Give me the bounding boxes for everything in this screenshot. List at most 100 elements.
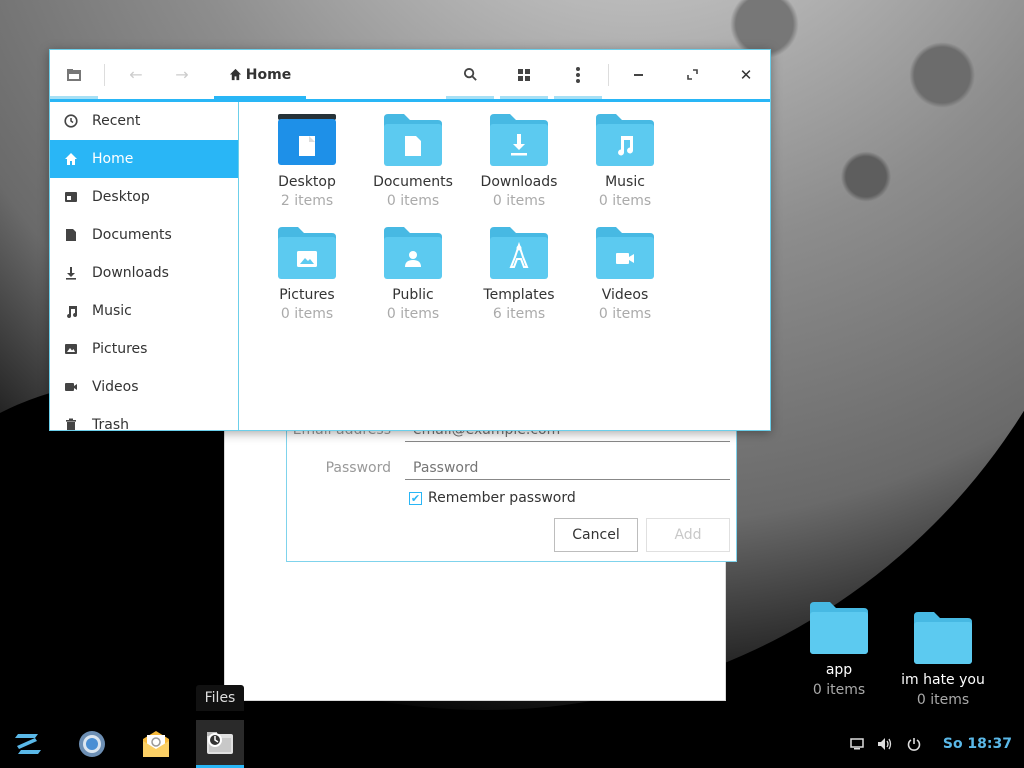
- search-button[interactable]: [446, 50, 494, 99]
- sidebar-item-label: Desktop: [92, 189, 150, 205]
- music-folder-icon: [596, 114, 654, 168]
- desktop-folder-name: im hate you: [901, 672, 985, 688]
- folder-name: Videos: [601, 287, 649, 303]
- folder-templates[interactable]: Templates 6 items: [466, 227, 572, 340]
- file-view[interactable]: Desktop 2 items Documents 0 items Downloads 0…: [240, 102, 770, 430]
- places-sidebar: Recent Home Desktop Documents Downloads Music…: [50, 102, 239, 430]
- header-bar: ← → Home ✕: [50, 50, 770, 102]
- desktop-folder-app[interactable]: app 0 items: [804, 602, 874, 698]
- folder-music[interactable]: Music 0 items: [572, 114, 678, 227]
- sidebar-item-label: Downloads: [92, 265, 169, 281]
- picture-icon: [64, 342, 78, 356]
- folder-videos[interactable]: Videos 0 items: [572, 227, 678, 340]
- arrow-right-icon: →: [175, 65, 189, 84]
- sidebar-item-pictures[interactable]: Pictures: [50, 330, 238, 368]
- minimize-button[interactable]: [622, 50, 654, 99]
- folder-pictures[interactable]: Pictures 0 items: [254, 227, 360, 340]
- folder-name: Pictures: [279, 287, 335, 303]
- sidebar-item-home[interactable]: Home: [50, 140, 238, 178]
- folder-item-count: 0 items: [492, 193, 546, 209]
- desktop-folder-count: 0 items: [812, 682, 866, 698]
- folder-icon: [914, 612, 972, 664]
- kebab-menu-icon: [576, 66, 580, 83]
- files-window: ← → Home ✕ Recent Home Desktop Documents…: [49, 49, 771, 431]
- folder-documents[interactable]: Documents 0 items: [360, 114, 466, 227]
- files-taskbar-button[interactable]: [196, 720, 244, 768]
- folder-downloads[interactable]: Downloads 0 items: [466, 114, 572, 227]
- view-grid-button[interactable]: [500, 50, 548, 99]
- folder-icon: [810, 602, 868, 654]
- grid-icon: [518, 68, 530, 81]
- folder-name: Documents: [373, 174, 453, 190]
- cancel-button[interactable]: Cancel: [554, 518, 638, 552]
- arrow-left-icon: ←: [129, 65, 143, 84]
- breadcrumb-home[interactable]: Home: [214, 50, 306, 99]
- sidebar-toggle-button[interactable]: [50, 50, 98, 99]
- template-folder-icon: [490, 227, 548, 281]
- clock[interactable]: So 18:37: [943, 720, 1012, 768]
- display-indicator[interactable]: [846, 720, 868, 768]
- password-label: Password: [325, 460, 391, 476]
- close-button[interactable]: ✕: [730, 50, 762, 99]
- chromium-icon: [79, 731, 105, 757]
- volume-icon: [878, 738, 892, 750]
- sidebar-item-label: Documents: [92, 227, 172, 243]
- maximize-button[interactable]: [676, 50, 708, 99]
- add-button[interactable]: Add: [646, 518, 730, 552]
- trash-icon: [64, 418, 78, 430]
- checkbox-checked-icon[interactable]: ✔: [409, 491, 422, 505]
- folder-item-count: 2 items: [280, 193, 334, 209]
- folder-item-count: 0 items: [386, 193, 440, 209]
- folder-desktop[interactable]: Desktop 2 items: [254, 114, 360, 227]
- folder-item-count: 6 items: [492, 306, 546, 322]
- remember-password-checkbox[interactable]: ✔ Remember password: [409, 490, 576, 506]
- sidebar-item-desktop[interactable]: Desktop: [50, 178, 238, 216]
- sidebar-item-trash[interactable]: Trash: [50, 406, 238, 430]
- folder-item-count: 0 items: [280, 306, 334, 322]
- clock-icon: [64, 114, 78, 128]
- desktop-folder-im-hate-you[interactable]: im hate you 0 items: [898, 612, 988, 708]
- app-menu-button[interactable]: [6, 720, 50, 768]
- folder-item-count: 0 items: [598, 306, 652, 322]
- sidebar-item-music[interactable]: Music: [50, 292, 238, 330]
- video-folder-icon: [596, 227, 654, 281]
- power-indicator[interactable]: [903, 720, 925, 768]
- mail-launcher[interactable]: [134, 720, 178, 768]
- folder-item-count: 0 items: [598, 193, 652, 209]
- back-button[interactable]: ←: [118, 50, 154, 99]
- forward-button[interactable]: →: [164, 50, 200, 99]
- sidebar-item-downloads[interactable]: Downloads: [50, 254, 238, 292]
- search-icon: [463, 67, 477, 81]
- document-folder-icon: [384, 114, 442, 168]
- minimize-icon: [633, 73, 643, 76]
- menu-button[interactable]: [554, 50, 602, 99]
- sidebar-item-recent[interactable]: Recent: [50, 102, 238, 140]
- sidebar-item-label: Videos: [92, 379, 139, 395]
- desktop-folder-icon: [278, 114, 336, 168]
- power-icon: [907, 738, 921, 751]
- volume-indicator[interactable]: [874, 720, 896, 768]
- sidebar-item-label: Pictures: [92, 341, 148, 357]
- screen-icon: [850, 738, 864, 750]
- desktop-folder-name: app: [825, 662, 853, 678]
- add-account-dialog: Email address Password ✔ Remember passwo…: [286, 418, 737, 562]
- taskbar: So 18:37: [0, 720, 1024, 768]
- folder-sidebar-icon: [67, 68, 81, 81]
- mail-icon: [143, 731, 169, 757]
- home-icon: [64, 152, 78, 166]
- folder-name: Templates: [483, 287, 555, 303]
- password-field[interactable]: [405, 456, 730, 480]
- video-icon: [64, 380, 78, 394]
- download-folder-icon: [490, 114, 548, 168]
- sidebar-item-videos[interactable]: Videos: [50, 368, 238, 406]
- remember-password-label: Remember password: [428, 490, 576, 506]
- music-icon: [64, 304, 78, 318]
- chromium-launcher[interactable]: [70, 720, 114, 768]
- sidebar-item-label: Music: [92, 303, 132, 319]
- sidebar-item-label: Trash: [92, 417, 129, 430]
- folder-public[interactable]: Public 0 items: [360, 227, 466, 340]
- close-icon: ✕: [739, 65, 753, 84]
- download-icon: [64, 266, 78, 280]
- person-folder-icon: [384, 227, 442, 281]
- sidebar-item-documents[interactable]: Documents: [50, 216, 238, 254]
